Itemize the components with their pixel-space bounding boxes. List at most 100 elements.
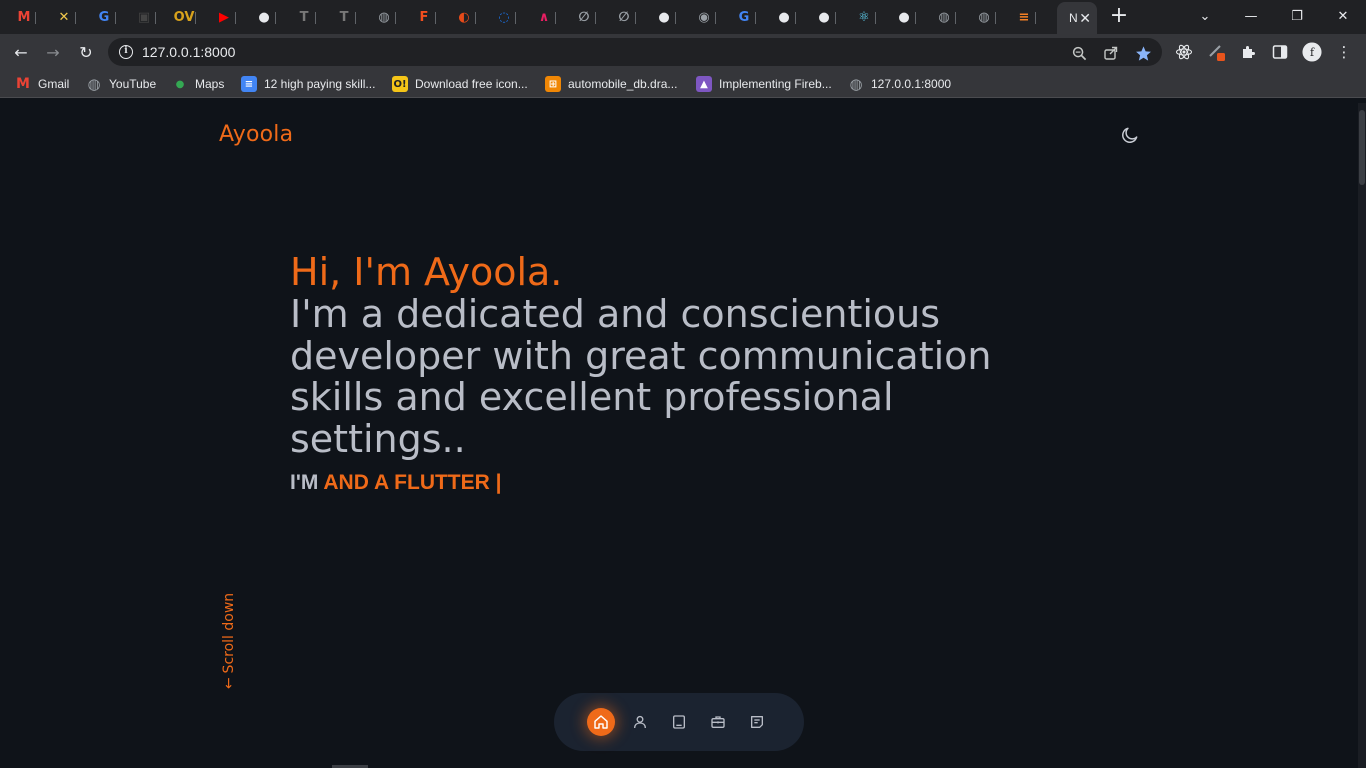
tab-separator [955, 12, 956, 24]
zoom-icon[interactable] [1070, 44, 1088, 62]
briefcase-icon [711, 716, 725, 728]
browser-tab[interactable]: ◍ [924, 4, 962, 30]
share-icon[interactable] [1102, 44, 1120, 62]
tab-separator [595, 12, 596, 24]
close-tab-icon[interactable]: ✕ [1079, 10, 1091, 27]
nav-contact-button[interactable] [743, 708, 771, 736]
docs-icon: ≡ [241, 76, 257, 92]
tab-separator [795, 12, 796, 24]
browser-tab[interactable]: M [4, 4, 42, 30]
browser-tab[interactable]: ≡ [1004, 4, 1042, 30]
side-panel-icon[interactable] [1270, 42, 1290, 62]
browser-tab[interactable]: ◌ [484, 4, 522, 30]
forward-button[interactable]: → [40, 39, 66, 65]
nav-portfolio-button[interactable] [704, 708, 732, 736]
active-tab[interactable]: N ✕ [1057, 2, 1097, 34]
browser-tab[interactable]: F [404, 4, 442, 30]
theme-toggle-moon-icon[interactable] [1120, 125, 1140, 145]
scroll-down-link[interactable]: ← Scroll down [218, 591, 240, 691]
bookmark-item[interactable]: ▲ Implementing Fireb... [696, 75, 832, 93]
bookmark-item[interactable]: ◍ YouTube [86, 75, 156, 93]
minimize-button[interactable]: — [1228, 0, 1274, 32]
book-icon [673, 715, 685, 729]
url-text[interactable]: 127.0.0.1:8000 [142, 44, 235, 60]
vertical-scrollbar-thumb[interactable] [1359, 110, 1365, 185]
tab-separator [835, 12, 836, 24]
app-icon: ◌ [498, 9, 510, 25]
tab-separator [1035, 12, 1036, 24]
site-logo[interactable]: Ayoola [219, 122, 293, 147]
browser-toolbar: ← → ↻ i 127.0.0.1:8000 f ⋮ [0, 34, 1366, 70]
app-icon: ∅ [618, 9, 630, 25]
github-icon: ● [818, 9, 830, 25]
nav-home-button[interactable] [587, 708, 615, 736]
eyedropper-extension-icon[interactable] [1206, 42, 1226, 62]
tab-separator [875, 12, 876, 24]
address-bar[interactable]: i 127.0.0.1:8000 [108, 38, 1162, 66]
bookmark-item[interactable]: M Gmail [15, 75, 69, 93]
new-tab-button[interactable]: + [1108, 5, 1130, 28]
site-info-icon[interactable]: i [119, 45, 133, 59]
bookmark-label: 127.0.0.1:8000 [871, 77, 952, 91]
bookmark-label: Download free icon... [415, 77, 528, 91]
bookmark-item[interactable]: ● Maps [172, 75, 225, 93]
tab-separator [555, 12, 556, 24]
browser-tab[interactable]: ● [244, 4, 282, 30]
menu-icon[interactable]: ⋮ [1334, 42, 1354, 62]
browser-tab[interactable]: ◐ [444, 4, 482, 30]
browser-tab[interactable]: ● [764, 4, 802, 30]
tab-separator [515, 12, 516, 24]
nav-about-button[interactable] [626, 708, 654, 736]
tab-search-button[interactable]: ⌄ [1182, 0, 1228, 32]
restore-button[interactable]: ❐ [1274, 0, 1320, 32]
extensions-icon[interactable] [1238, 42, 1258, 62]
browser-tab[interactable]: G [84, 4, 122, 30]
close-window-button[interactable]: ✕ [1320, 0, 1366, 32]
eye-icon: ◉ [698, 9, 710, 25]
nav-resume-button[interactable] [665, 708, 693, 736]
browser-tab[interactable]: G [724, 4, 762, 30]
globe-icon: ◍ [87, 75, 101, 93]
bookmark-label: Gmail [38, 77, 70, 91]
globe-icon: ◍ [849, 75, 863, 93]
tab-separator [675, 12, 676, 24]
browser-tab[interactable]: ● [884, 4, 922, 30]
tab-separator [155, 12, 156, 24]
browser-tab[interactable]: T [324, 4, 362, 30]
browser-tab[interactable]: ∅ [604, 4, 642, 30]
back-button[interactable]: ← [8, 39, 34, 65]
bookmark-label: automobile_db.dra... [568, 77, 678, 91]
browser-tab[interactable]: ▶ [204, 4, 242, 30]
browser-tab[interactable]: ● [644, 4, 682, 30]
browser-tab[interactable]: OV [164, 4, 202, 30]
reload-button[interactable]: ↻ [73, 39, 99, 65]
browser-tab[interactable]: ◍ [964, 4, 1002, 30]
react-devtools-icon[interactable] [1174, 42, 1194, 62]
tab-separator [475, 12, 476, 24]
browser-tab[interactable]: ✕ [44, 4, 82, 30]
browser-tab[interactable]: ∧ [524, 4, 562, 30]
vertical-scrollbar-track[interactable] [1358, 103, 1366, 768]
github-icon: ● [778, 9, 790, 25]
youtube-icon: ▶ [219, 9, 229, 25]
globe-icon: ◍ [978, 9, 990, 25]
browser-tab[interactable]: ◍ [364, 4, 402, 30]
bookmark-item[interactable]: ◍ 127.0.0.1:8000 [848, 75, 951, 93]
browser-tab[interactable]: ⚛ [844, 4, 882, 30]
bookmark-item[interactable]: ≡ 12 high paying skill... [241, 75, 375, 93]
browser-tab[interactable]: ∅ [564, 4, 602, 30]
app-icon: ◐ [458, 9, 470, 25]
browser-tab[interactable]: ▣ [124, 4, 162, 30]
bookmark-star-icon[interactable] [1134, 44, 1152, 62]
bookmark-item[interactable]: O! Download free icon... [392, 75, 528, 93]
home-icon [594, 715, 608, 729]
tab-separator [435, 12, 436, 24]
hero-greeting: Hi, I'm Ayoola. [290, 250, 563, 294]
browser-tab[interactable]: ◉ [684, 4, 722, 30]
bookmark-item[interactable]: ⊞ automobile_db.dra... [545, 75, 677, 93]
tab-separator [395, 12, 396, 24]
browser-tab[interactable]: ● [804, 4, 842, 30]
profile-avatar[interactable]: f [1302, 42, 1322, 62]
browser-tab[interactable]: T [284, 4, 322, 30]
t-icon: T [339, 9, 349, 25]
